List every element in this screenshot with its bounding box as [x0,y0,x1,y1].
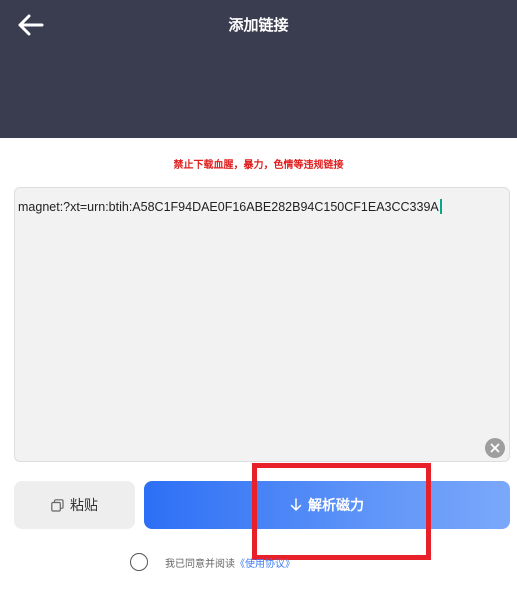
clipboard-icon [51,498,64,512]
parse-magnet-button[interactable]: 解析磁力 [144,481,510,529]
text-caret [439,199,442,214]
clear-input-button[interactable] [485,438,505,458]
content-warning: 禁止下载血腥，暴力，色情等违规链接 [173,160,344,171]
parse-button-label: 解析磁力 [308,498,364,514]
agreement-row: 我已同意并阅读 《使用协议》 [130,552,295,572]
download-arrow-icon [290,498,302,511]
link-input-value: magnet:?xt=urn:btih:A58C1F94DAE0F16ABE28… [18,200,439,214]
agreement-text: 我已同意并阅读 [165,558,235,570]
link-input-text[interactable]: magnet:?xt=urn:btih:A58C1F94DAE0F16ABE28… [18,199,498,214]
agree-radio[interactable] [130,553,148,571]
paste-button[interactable]: 粘贴 [14,481,135,529]
agreement-link[interactable]: 《使用协议》 [235,555,295,570]
app-header: 添加链接 [0,0,517,138]
clear-circle-icon [490,443,500,453]
link-input[interactable]: magnet:?xt=urn:btih:A58C1F94DAE0F16ABE28… [14,187,510,462]
page-title: 添加链接 [228,16,289,34]
paste-button-label: 粘贴 [70,498,98,514]
